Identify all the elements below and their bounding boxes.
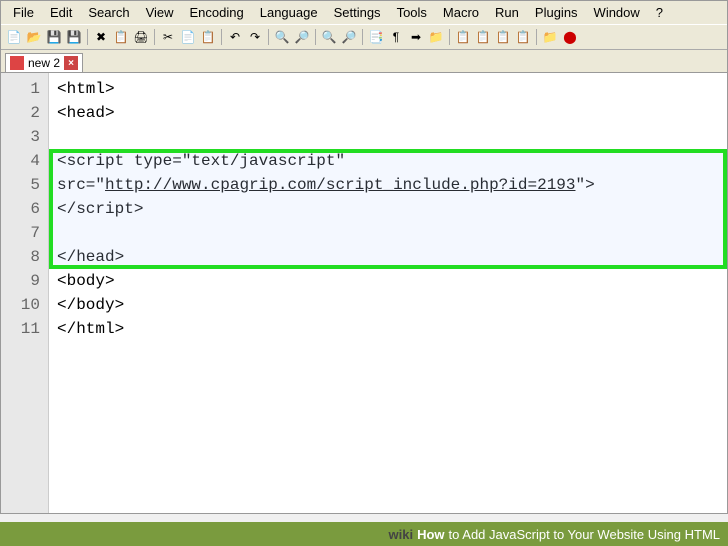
redo-icon[interactable]: ↷ [246,28,264,46]
code-line-8[interactable]: </head> [57,245,719,269]
save-icon[interactable]: 💾 [45,28,63,46]
separator [154,29,155,45]
all-chars-icon[interactable]: ¶ [387,28,405,46]
url-link[interactable]: http://www.cpagrip.com/script_include.ph… [105,176,575,194]
func-list-icon[interactable]: 📋 [474,28,492,46]
editor-window: FileEditSearchViewEncodingLanguageSettin… [0,0,728,514]
tabbar: new 2 × [1,50,727,73]
undo-icon[interactable]: ↶ [226,28,244,46]
indent-icon[interactable]: ➡ [407,28,425,46]
menu-file[interactable]: File [5,3,42,22]
code-line-7[interactable] [57,221,719,245]
code-area[interactable]: <html><head> <script type="text/javascri… [49,73,727,513]
close-icon[interactable]: ✖ [92,28,110,46]
menu-window[interactable]: Window [586,3,648,22]
tab-label: new 2 [28,56,60,70]
menu-run[interactable]: Run [487,3,527,22]
find-icon[interactable]: 🔍 [273,28,291,46]
menubar: FileEditSearchViewEncodingLanguageSettin… [1,1,727,24]
code-line-5[interactable]: src="http://www.cpagrip.com/script_inclu… [57,173,719,197]
menu-edit[interactable]: Edit [42,3,80,22]
footer-how: How [417,527,444,542]
menu-settings[interactable]: Settings [326,3,389,22]
menu-view[interactable]: View [138,3,182,22]
code-line-2[interactable]: <head> [57,101,719,125]
separator [449,29,450,45]
replace-icon[interactable]: 🔎 [293,28,311,46]
menu-plugins[interactable]: Plugins [527,3,586,22]
separator [221,29,222,45]
footer: wikiHow to Add JavaScript to Your Websit… [0,522,728,546]
footer-brand: wiki [389,527,414,542]
menu-macro[interactable]: Macro [435,3,487,22]
separator [362,29,363,45]
menu-search[interactable]: Search [80,3,137,22]
menu-tools[interactable]: Tools [389,3,435,22]
menu-?[interactable]: ? [648,3,671,22]
zoom-out-icon[interactable]: 🔎 [340,28,358,46]
code-line-6[interactable]: </script> [57,197,719,221]
new-file-icon[interactable]: 📄 [5,28,23,46]
separator [87,29,88,45]
menu-encoding[interactable]: Encoding [182,3,252,22]
folder-icon[interactable]: 📁 [541,28,559,46]
doc-map-icon[interactable]: 📋 [454,28,472,46]
separator [315,29,316,45]
monitor-icon[interactable]: 📋 [514,28,532,46]
toolbar: 📄 📂 💾 💾 ✖ 📋 🖨 ✂ 📄 📋 ↶ ↷ 🔍 🔎 🔍 🔎 📑 ¶ ➡ 📁 … [1,24,727,50]
menu-language[interactable]: Language [252,3,326,22]
zoom-in-icon[interactable]: 🔍 [320,28,338,46]
print-icon[interactable]: 🖨 [132,28,150,46]
tab-close-icon[interactable]: × [64,56,78,70]
cut-icon[interactable]: ✂ [159,28,177,46]
code-line-9[interactable]: <body> [57,269,719,293]
open-file-icon[interactable]: 📂 [25,28,43,46]
line-gutter: 1234567891011 [1,73,49,513]
save-all-icon[interactable]: 💾 [65,28,83,46]
tab-file-icon [10,56,24,70]
footer-title: to Add JavaScript to Your Website Using … [449,527,720,542]
fold-icon[interactable]: 📁 [427,28,445,46]
code-line-10[interactable]: </body> [57,293,719,317]
record-icon[interactable]: ⬤ [561,28,579,46]
code-line-4[interactable]: <script type="text/javascript" [57,149,719,173]
separator [268,29,269,45]
separator [536,29,537,45]
copy2-icon[interactable]: 📄 [179,28,197,46]
copy-icon[interactable]: 📋 [112,28,130,46]
macro-icon[interactable]: 📋 [494,28,512,46]
code-editor[interactable]: 1234567891011 <html><head> <script type=… [1,73,727,513]
code-line-1[interactable]: <html> [57,77,719,101]
code-line-3[interactable] [57,125,719,149]
paste-icon[interactable]: 📋 [199,28,217,46]
wrap-icon[interactable]: 📑 [367,28,385,46]
code-line-11[interactable]: </html> [57,317,719,341]
tab-new2[interactable]: new 2 × [5,53,83,72]
